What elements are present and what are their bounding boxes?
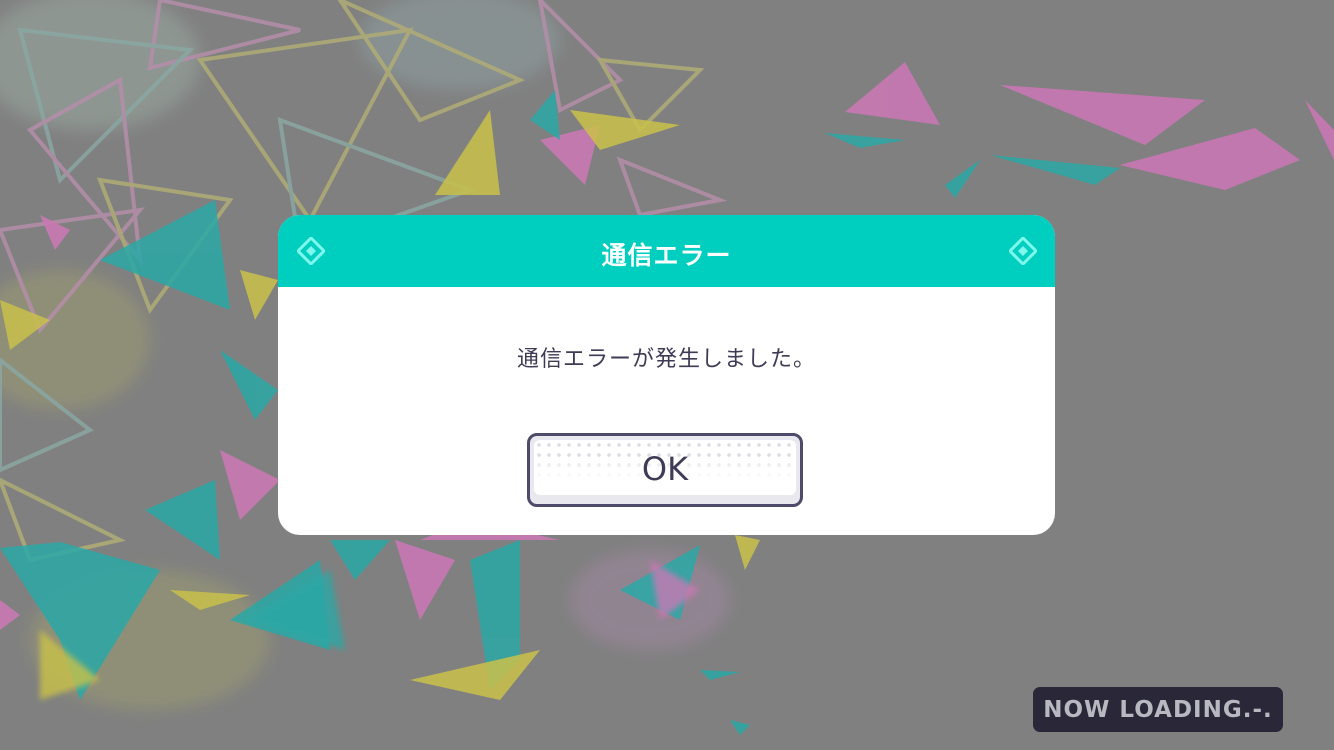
dialog-title: 通信エラー [601, 241, 732, 270]
error-dialog: 通信エラー 通信エラーが発生しました。 OK [278, 215, 1055, 535]
loading-indicator: NOW LOADING.-. [1033, 687, 1283, 732]
ok-button[interactable]: OK [527, 433, 803, 507]
ok-button-label: OK [641, 450, 689, 488]
dialog-message: 通信エラーが発生しました。 [516, 347, 816, 372]
